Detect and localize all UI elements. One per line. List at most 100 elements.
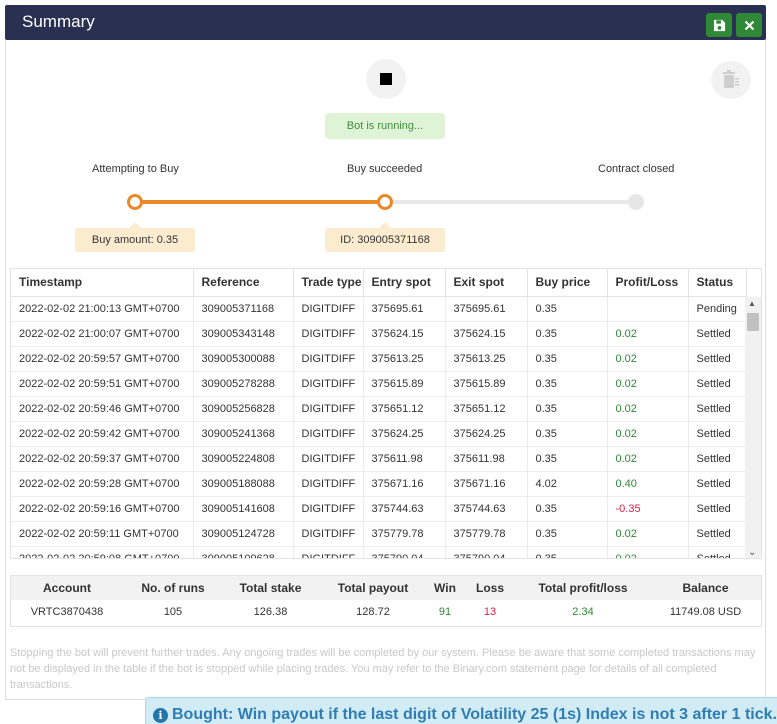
cell-exit-spot: 375624.25 xyxy=(445,421,528,447)
cell-timestamp: 2022-02-02 20:59:51 GMT+0700 xyxy=(11,371,194,397)
summary-header-balance: Balance xyxy=(682,581,729,595)
cell-status: Pending xyxy=(688,296,747,322)
scroll-down-chevron-icon[interactable]: ⌄ xyxy=(748,547,756,558)
progress-track-filled xyxy=(135,200,385,204)
cell-exit-spot: 375744.63 xyxy=(445,496,528,522)
table-row[interactable]: 2022-02-02 21:00:13 GMT+0700 309005371168… xyxy=(11,296,747,322)
trades-table-container[interactable]: Timestamp Reference Trade type Entry spo… xyxy=(10,268,762,559)
cell-status: Settled xyxy=(688,321,747,347)
table-row[interactable]: 2022-02-02 20:59:16 GMT+0700 309005141608… xyxy=(11,496,747,522)
column-header-buy-price[interactable]: Buy price xyxy=(527,269,608,297)
cell-trade-type: DIGITDIFF xyxy=(293,521,364,547)
summary-header-account: Account xyxy=(43,581,91,595)
cell-timestamp: 2022-02-02 20:59:57 GMT+0700 xyxy=(11,346,194,372)
cell-timestamp: 2022-02-02 20:59:28 GMT+0700 xyxy=(11,471,194,497)
floppy-disk-icon xyxy=(713,19,725,31)
cell-timestamp: 2022-02-02 21:00:13 GMT+0700 xyxy=(11,296,194,322)
table-row[interactable]: 2022-02-02 20:59:11 GMT+0700 309005124728… xyxy=(11,521,747,547)
clear-stats-icon xyxy=(723,70,739,88)
table-row[interactable]: 2022-02-02 20:59:57 GMT+0700 309005300088… xyxy=(11,346,747,372)
cell-status: Settled xyxy=(688,471,747,497)
cell-status: Settled xyxy=(688,446,747,472)
cell-entry-spot: 375651.12 xyxy=(363,396,446,422)
table-row[interactable]: 2022-02-02 21:00:07 GMT+0700 309005343148… xyxy=(11,321,747,347)
cell-entry-spot: 375611.98 xyxy=(363,446,446,472)
summary-header-total-payout: Total payout xyxy=(337,581,409,595)
cell-entry-spot: 375695.61 xyxy=(363,296,446,322)
cell-buy-price: 0.35 xyxy=(527,521,608,547)
table-row[interactable]: 2022-02-02 20:59:28 GMT+0700 309005188088… xyxy=(11,471,747,497)
cell-timestamp: 2022-02-02 20:59:16 GMT+0700 xyxy=(11,496,194,522)
table-scrollbar[interactable]: ▲ ⌄ xyxy=(745,297,761,558)
step-label-contract-closed: Contract closed xyxy=(598,163,675,175)
panel-title: Summary xyxy=(22,12,95,31)
summary-titlebar: Summary xyxy=(5,5,766,40)
cell-profit-loss: 0.02 xyxy=(607,346,689,372)
summary-header-loss: Loss xyxy=(475,581,504,595)
cell-buy-price: 0.35 xyxy=(527,421,608,447)
table-row[interactable]: 2022-02-02 20:59:51 GMT+0700 309005278288… xyxy=(11,371,747,397)
cell-status: Settled xyxy=(688,346,747,372)
step-node-contract-closed xyxy=(628,194,644,210)
cell-status: Settled xyxy=(688,421,747,447)
close-button[interactable] xyxy=(736,13,762,37)
cell-buy-price: 0.35 xyxy=(527,496,608,522)
clear-stats-button[interactable] xyxy=(711,61,751,99)
cell-profit-loss: 0.02 xyxy=(607,521,689,547)
cell-timestamp: 2022-02-02 20:59:08 GMT+0700 xyxy=(11,546,194,558)
cell-trade-type: DIGITDIFF xyxy=(293,546,364,558)
summary-account-value: VRTC3870438 xyxy=(30,606,104,618)
cell-trade-type: DIGITDIFF xyxy=(293,471,364,497)
cell-exit-spot: 375695.61 xyxy=(445,296,528,322)
scroll-up-arrow-icon[interactable]: ▲ xyxy=(748,299,756,308)
cell-trade-type: DIGITDIFF xyxy=(293,496,364,522)
step-label-attempting-to-buy: Attempting to Buy xyxy=(92,163,179,175)
cell-buy-price: 4.02 xyxy=(527,471,608,497)
trades-table-body: 2022-02-02 21:00:13 GMT+0700 309005371168… xyxy=(11,296,747,558)
summary-header-runs: No. of runs xyxy=(141,581,205,595)
table-row[interactable]: 2022-02-02 20:59:46 GMT+0700 309005256828… xyxy=(11,396,747,422)
scrollbar-thumb[interactable] xyxy=(747,313,759,331)
cell-exit-spot: 375779.78 xyxy=(445,521,528,547)
cell-trade-type: DIGITDIFF xyxy=(293,446,364,472)
cell-buy-price: 0.35 xyxy=(527,371,608,397)
table-row[interactable]: 2022-02-02 20:59:08 GMT+0700 309005109628… xyxy=(11,546,747,558)
cell-exit-spot: 375790.04 xyxy=(445,546,528,558)
contract-id-tooltip: ID: 309005371168 xyxy=(325,222,445,252)
column-header-status[interactable]: Status xyxy=(688,269,747,297)
stop-bot-button[interactable] xyxy=(366,59,406,99)
cell-profit-loss: -0.35 xyxy=(607,496,689,522)
cell-trade-type: DIGITDIFF xyxy=(293,321,364,347)
save-button[interactable] xyxy=(706,13,732,37)
cell-entry-spot: 375671.16 xyxy=(363,471,446,497)
step-label-buy-succeeded: Buy succeeded xyxy=(347,163,423,175)
toast-message: Bought: Win payout if the last digit of … xyxy=(172,706,777,723)
column-header-timestamp[interactable]: Timestamp xyxy=(11,269,194,297)
summary-total-profit-loss-value: 2.34 xyxy=(572,606,594,618)
cell-entry-spot: 375779.78 xyxy=(363,521,446,547)
bought-notification-toast[interactable]: i Bought: Win payout if the last digit o… xyxy=(145,697,777,724)
step-node-attempting-to-buy xyxy=(127,194,143,210)
cell-timestamp: 2022-02-02 20:59:11 GMT+0700 xyxy=(11,521,194,547)
cell-profit-loss: 0.40 xyxy=(607,471,689,497)
cell-buy-price: 0.35 xyxy=(527,296,608,322)
cell-exit-spot: 375624.15 xyxy=(445,321,528,347)
column-header-trade-type[interactable]: Trade type xyxy=(293,269,364,297)
cell-entry-spot: 375615.89 xyxy=(363,371,446,397)
cell-profit-loss: 0.02 xyxy=(607,421,689,447)
cell-profit-loss: 0.02 xyxy=(607,446,689,472)
cell-entry-spot: 375624.25 xyxy=(363,421,446,447)
info-icon: i xyxy=(153,708,168,723)
table-row[interactable]: 2022-02-02 20:59:42 GMT+0700 309005241368… xyxy=(11,421,747,447)
cell-reference: 309005256828 xyxy=(193,396,294,422)
column-header-entry-spot[interactable]: Entry spot xyxy=(363,269,446,297)
cell-reference: 309005188088 xyxy=(193,471,294,497)
column-header-exit-spot[interactable]: Exit spot xyxy=(445,269,528,297)
cell-exit-spot: 375651.12 xyxy=(445,396,528,422)
cell-reference: 309005343148 xyxy=(193,321,294,347)
column-header-reference[interactable]: Reference xyxy=(193,269,294,297)
cell-reference: 309005371168 xyxy=(193,296,294,322)
table-header-row: Timestamp Reference Trade type Entry spo… xyxy=(11,269,747,297)
column-header-profit-loss[interactable]: Profit/Loss xyxy=(607,269,689,297)
table-row[interactable]: 2022-02-02 20:59:37 GMT+0700 309005224808… xyxy=(11,446,747,472)
